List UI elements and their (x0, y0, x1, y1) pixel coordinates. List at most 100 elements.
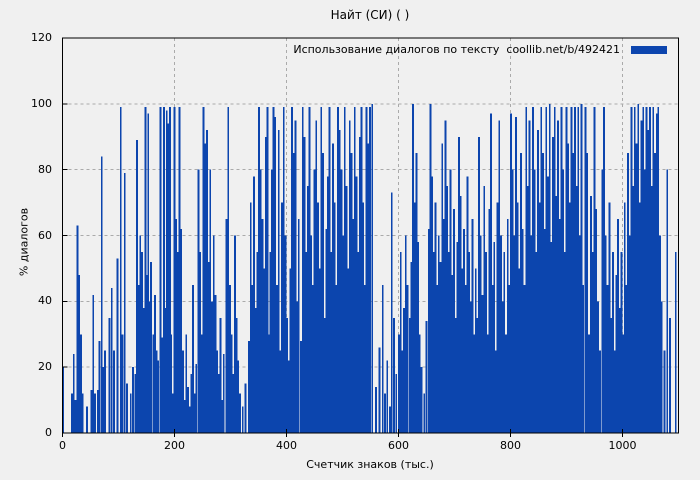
data-bar (586, 153, 589, 433)
data-bar (650, 186, 653, 434)
data-bar (498, 120, 501, 433)
data-bar (533, 169, 536, 434)
data-bar (330, 251, 333, 433)
data-bar (384, 393, 386, 433)
data-bar (211, 301, 213, 433)
data-bar (197, 169, 200, 434)
data-bar (563, 251, 566, 433)
data-bar (610, 317, 613, 433)
data-bar (306, 186, 309, 434)
data-bar (338, 130, 341, 434)
data-bar (269, 251, 272, 433)
data-bar (444, 120, 447, 433)
data-bar (164, 307, 166, 433)
data-bar (572, 153, 575, 433)
data-bar (417, 242, 419, 433)
data-bar (528, 120, 531, 433)
data-bar (432, 251, 435, 433)
y-tick-label: 80 (38, 162, 52, 176)
data-bar (147, 113, 150, 434)
data-bar (209, 169, 212, 434)
x-tick-label: 600 (388, 439, 409, 452)
data-bar (442, 219, 445, 433)
data-bar (606, 284, 609, 434)
data-bar (590, 196, 593, 433)
data-bar (526, 186, 529, 434)
data-bar (207, 261, 210, 433)
data-bar (649, 107, 651, 434)
data-bar (365, 107, 368, 434)
data-bar (381, 284, 384, 434)
data-bar (574, 107, 576, 434)
data-bar (294, 120, 297, 433)
data-bar (180, 228, 183, 433)
data-bar (439, 261, 442, 433)
data-bar (323, 317, 326, 433)
data-bar (239, 393, 241, 433)
data-bar (355, 176, 358, 433)
x-tick-label: 400 (276, 439, 297, 452)
data-bar (511, 169, 514, 434)
data-bar (669, 317, 671, 433)
data-bar (476, 317, 479, 433)
data-bar (165, 110, 168, 434)
data-bar (142, 307, 145, 433)
data-bar (617, 219, 619, 433)
data-bar (604, 235, 607, 433)
data-bar (389, 406, 391, 433)
data-bar (279, 350, 282, 433)
data-bar (560, 107, 563, 434)
data-bar (129, 393, 132, 433)
data-bar (441, 143, 444, 433)
data-bar (412, 103, 414, 433)
data-bar (94, 393, 96, 433)
data-bar (137, 284, 140, 434)
data-bar (454, 317, 457, 433)
data-bar (557, 120, 559, 433)
data-bar (167, 123, 170, 433)
data-bar (214, 294, 217, 433)
data-bar (241, 406, 244, 433)
data-bar (601, 169, 604, 434)
data-bar (358, 136, 361, 433)
data-bar (484, 251, 487, 433)
data-bar (287, 360, 290, 433)
data-bar (429, 103, 432, 433)
data-bar (588, 334, 590, 433)
x-tick-label: 1000 (608, 439, 637, 452)
legend-label: Использование диалогов по тексту coollib… (293, 43, 620, 56)
data-bar (403, 307, 405, 433)
data-bar (466, 176, 469, 433)
data-bar (253, 176, 255, 433)
data-bar (434, 202, 437, 433)
data-bar (506, 219, 509, 433)
data-bar (406, 284, 409, 434)
data-bar (263, 268, 265, 433)
data-bar (121, 334, 124, 433)
data-bar (267, 334, 270, 433)
data-bar (603, 107, 605, 434)
data-bar (633, 107, 636, 434)
data-bar (102, 367, 105, 433)
data-bar (171, 393, 174, 433)
data-bar (451, 275, 454, 433)
data-bar (575, 186, 578, 434)
data-bar (456, 242, 459, 433)
data-bar (216, 350, 218, 433)
data-bar (518, 268, 521, 433)
data-bar (185, 334, 188, 433)
data-bar (582, 284, 585, 434)
data-bar (256, 251, 259, 433)
data-bar (449, 169, 452, 434)
data-bar (503, 251, 506, 433)
data-bar (150, 261, 152, 433)
data-bar (398, 334, 400, 433)
data-bar (660, 301, 663, 433)
data-bar (155, 350, 158, 433)
data-bar (513, 235, 516, 433)
data-bar (303, 136, 306, 433)
data-bar (663, 350, 666, 433)
data-bar (71, 393, 73, 433)
data-bar (353, 107, 356, 434)
data-bar (225, 219, 228, 433)
